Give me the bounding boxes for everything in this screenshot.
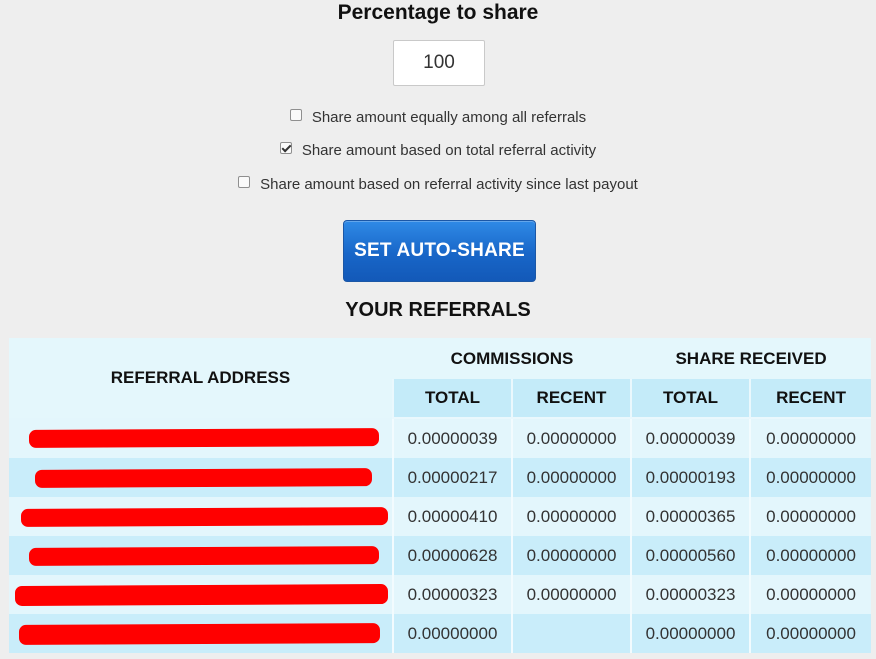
- table-row: 0.00000323 0.00000000 0.00000323 0.00000…: [9, 575, 872, 614]
- share-total-cell: 0.00000000: [630, 614, 751, 653]
- share-recent-cell: 0.00000000: [749, 458, 872, 497]
- commission-total-cell: 0.00000628: [392, 536, 512, 575]
- redacted-address: [9, 575, 393, 614]
- total-activity-label: Share amount based on total referral act…: [301, 142, 597, 159]
- equal-share-label: Share amount equally among all referrals: [311, 109, 587, 126]
- referrals-table: REFERRAL ADDRESS COMMISSIONS SHARE RECEI…: [9, 338, 872, 653]
- share-recent-cell: 0.00000000: [749, 614, 872, 653]
- referrals-title: YOUR REFERRALS: [345, 299, 531, 321]
- commission-recent-cell: 0.00000000: [510, 575, 632, 614]
- redacted-address: [9, 536, 393, 575]
- commission-recent-cell: 0.00000000: [510, 497, 632, 536]
- share-total-cell: 0.00000323: [630, 575, 751, 614]
- commissions-total-header: TOTAL: [392, 379, 512, 419]
- share-received-header: SHARE RECEIVED: [675, 348, 827, 368]
- total-activity-checkbox[interactable]: [279, 142, 292, 154]
- commission-total-cell: 0.00000410: [392, 497, 512, 536]
- commission-recent-cell: 0.00000000: [510, 418, 632, 458]
- share-recent-cell: 0.00000000: [749, 536, 872, 575]
- table-row: 0.00000628 0.00000000 0.00000560 0.00000…: [9, 536, 872, 575]
- commission-total-cell: 0.00000217: [392, 458, 512, 497]
- share-recent-cell: 0.00000000: [749, 497, 872, 536]
- table-row: 0.00000217 0.00000000 0.00000193 0.00000…: [9, 458, 872, 497]
- option-equal-share[interactable]: Share amount equally among all referrals: [0, 108, 876, 130]
- share-recent-header: RECENT: [749, 379, 872, 419]
- share-total-cell: 0.00000365: [630, 497, 751, 536]
- commissions-header: COMMISSIONS: [450, 348, 574, 368]
- percentage-title: Percentage to share: [337, 1, 539, 24]
- commission-total-cell: 0.00000000: [392, 614, 512, 653]
- recent-activity-checkbox[interactable]: [238, 176, 251, 188]
- redacted-address: [9, 418, 393, 458]
- table-row: 0.00000000 0.00000000 0.00000000: [9, 614, 872, 653]
- commission-recent-cell: 0.00000000: [510, 458, 632, 497]
- share-total-cell: 0.00000193: [630, 458, 751, 497]
- option-recent-activity[interactable]: Share amount based on referral activity …: [0, 175, 876, 197]
- redacted-address: [9, 458, 393, 497]
- commission-recent-cell: [510, 614, 632, 653]
- redacted-address: [9, 614, 393, 653]
- commission-total-cell: 0.00000323: [392, 575, 512, 614]
- share-recent-cell: 0.00000000: [749, 575, 872, 614]
- recent-activity-label: Share amount based on referral activity …: [260, 176, 638, 193]
- percentage-input[interactable]: [393, 40, 485, 86]
- commission-total-cell: 0.00000039: [392, 418, 512, 458]
- referral-address-header: REFERRAL ADDRESS: [110, 368, 291, 387]
- set-auto-share-button[interactable]: SET AUTO-SHARE: [343, 220, 536, 282]
- table-row: 0.00000410 0.00000000 0.00000365 0.00000…: [9, 497, 872, 536]
- share-total-header: TOTAL: [630, 379, 751, 419]
- equal-share-checkbox[interactable]: [289, 109, 302, 121]
- table-row: 0.00000039 0.00000000 0.00000039 0.00000…: [9, 418, 872, 458]
- commission-recent-cell: 0.00000000: [510, 536, 632, 575]
- redacted-address: [9, 497, 393, 536]
- share-total-cell: 0.00000039: [630, 418, 751, 458]
- share-total-cell: 0.00000560: [630, 536, 751, 575]
- option-total-activity[interactable]: Share amount based on total referral act…: [0, 141, 876, 163]
- share-recent-cell: 0.00000000: [749, 418, 872, 458]
- commissions-recent-header: RECENT: [510, 379, 632, 419]
